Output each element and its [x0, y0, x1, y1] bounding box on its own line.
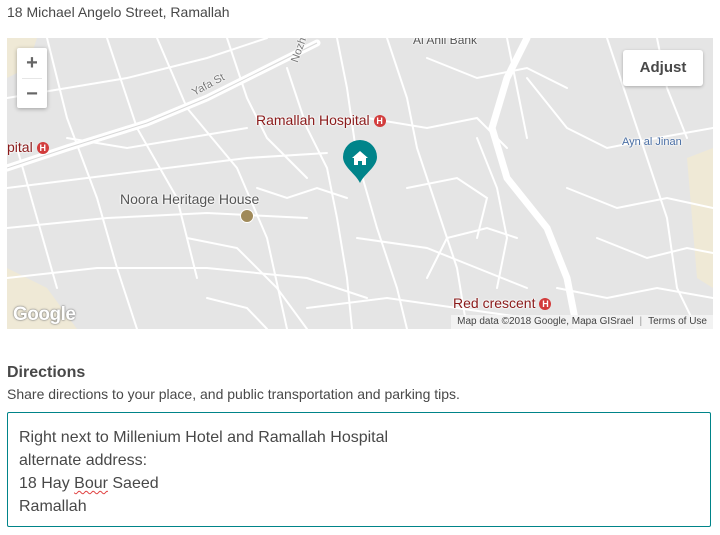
- misspelled-word: Bour: [74, 475, 108, 492]
- directions-title: Directions: [7, 364, 86, 381]
- hospital-icon: H: [539, 298, 552, 310]
- zoom-in-button[interactable]: +: [17, 48, 47, 78]
- red-crescent-text: Red crescent: [453, 295, 536, 311]
- map-label-ayn-al-jinan: Ayn al Jinan: [622, 136, 682, 148]
- hospital-left-text: pital: [7, 139, 33, 155]
- directions-line-part: 18 Hay: [19, 475, 75, 492]
- adjust-button[interactable]: Adjust: [623, 50, 703, 86]
- map[interactable]: + − Adjust Al Ahli Bank Nozha St Yafa St…: [7, 38, 713, 329]
- directions-line: 18 Hay Bour Saeed: [19, 472, 699, 495]
- map-label-noora-heritage-house: Noora Heritage House: [120, 191, 260, 207]
- directions-textarea[interactable]: Right next to Millenium Hotel and Ramall…: [7, 412, 711, 527]
- directions-line: Right next to Millenium Hotel and Ramall…: [19, 429, 389, 446]
- map-label-ramallah-hospital: Ramallah Hospital H: [256, 112, 386, 128]
- hospital-icon: H: [36, 142, 49, 154]
- ramallah-hospital-text: Ramallah Hospital: [256, 112, 370, 128]
- directions-subtitle: Share directions to your place, and publ…: [7, 386, 460, 402]
- terms-of-use-link[interactable]: Terms of Use: [648, 316, 707, 327]
- map-attribution: Map data ©2018 Google, Mapa GISrael | Term…: [451, 315, 713, 329]
- museum-icon: [240, 209, 254, 223]
- map-data-text: Map data ©2018 Google, Mapa GISrael: [457, 316, 634, 327]
- directions-line-part: Saeed: [107, 475, 159, 492]
- google-logo: Google: [13, 304, 76, 325]
- map-label-al-ahli-bank: Al Ahli Bank: [413, 38, 478, 47]
- map-label-red-crescent: Red crescent H: [453, 295, 552, 311]
- home-pin-icon[interactable]: [342, 140, 378, 184]
- zoom-out-button[interactable]: −: [17, 79, 47, 109]
- map-label-hospital-left: pital H: [7, 139, 49, 155]
- zoom-control: + −: [17, 48, 47, 108]
- address-text: 18 Michael Angelo Street, Ramallah: [7, 4, 230, 20]
- hospital-icon: H: [373, 115, 386, 127]
- directions-line: alternate address:: [19, 452, 148, 469]
- directions-line: Ramallah: [19, 498, 87, 515]
- attribution-separator: |: [639, 316, 643, 327]
